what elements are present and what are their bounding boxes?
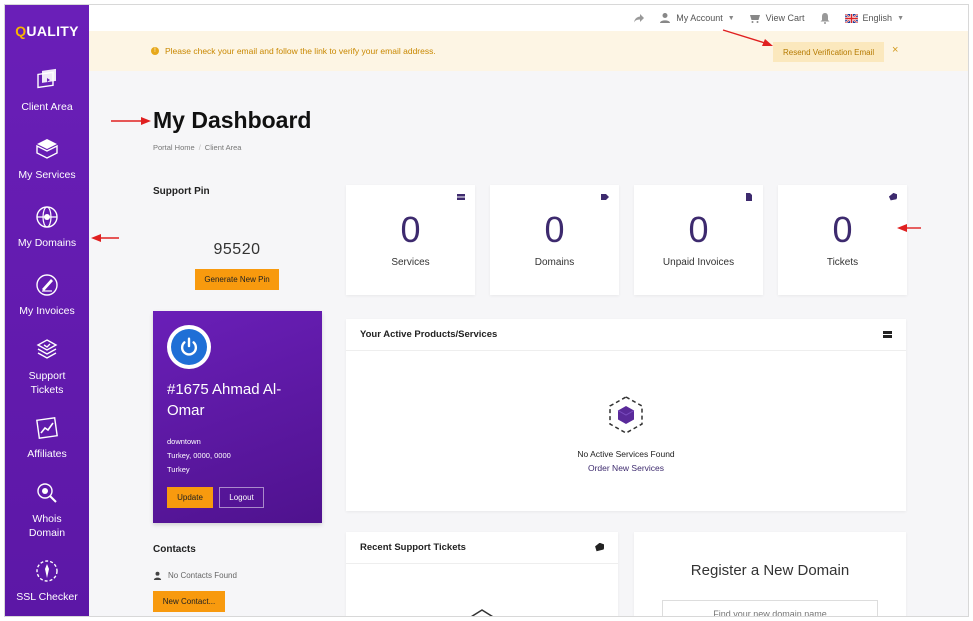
annotation-arrow-domains: [91, 234, 119, 242]
app-window: Q UALITY Client Area My Services My Domai…: [4, 4, 969, 617]
annotation-arrow-resend: [722, 29, 773, 46]
annotation-arrow-tickets: [897, 224, 921, 232]
annotation-arrow-dashboard: [111, 117, 151, 125]
annotation-overlay: [91, 29, 921, 242]
